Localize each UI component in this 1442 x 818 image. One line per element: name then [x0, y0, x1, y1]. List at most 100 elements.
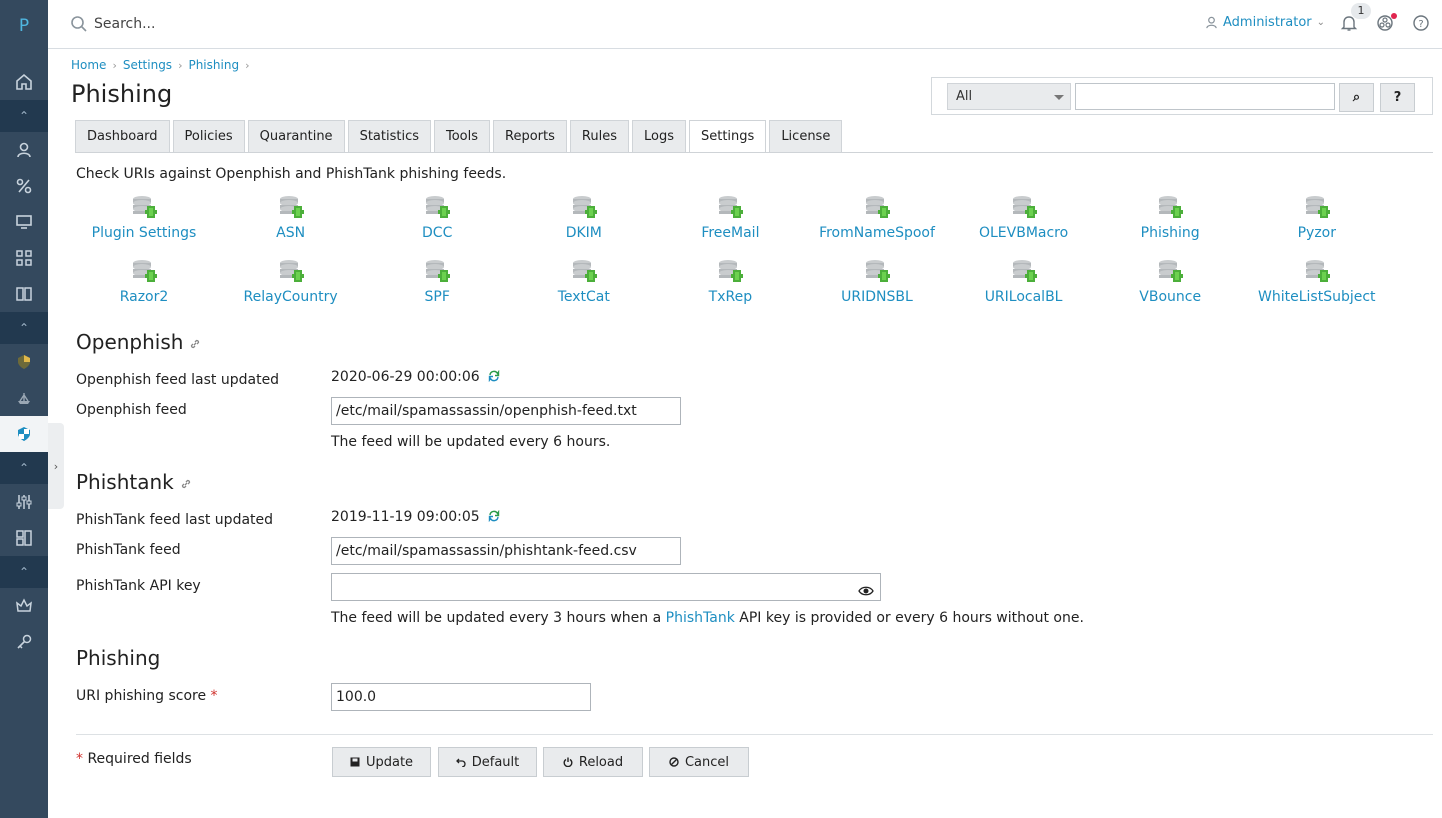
collapse-group-icon[interactable]: ⌃ [0, 100, 48, 132]
book-icon[interactable] [0, 276, 48, 312]
plugin-razor2[interactable]: Razor2 [71, 259, 217, 305]
openphish-feed-input[interactable]: /etc/mail/spamassassin/openphish-feed.tx… [331, 397, 681, 425]
tab-license[interactable]: License [769, 120, 843, 152]
filter-search-input[interactable] [1075, 83, 1335, 110]
plugin-urilocalbl[interactable]: URILocalBL [951, 259, 1097, 305]
phishtank-api-key-label: PhishTank API key [76, 578, 201, 594]
uri-phishing-score-input[interactable]: 100.0 [331, 683, 591, 711]
phishtank-link[interactable]: PhishTank [666, 610, 735, 626]
refresh-icon[interactable] [488, 509, 500, 526]
plugin-label: URILocalBL [984, 289, 1063, 305]
help-icon[interactable]: ? [1412, 14, 1430, 36]
chevron-right-icon: › [245, 58, 250, 72]
cancel-button[interactable]: Cancel [649, 747, 749, 777]
reload-button[interactable]: Reload [543, 747, 643, 777]
tab-divider [75, 152, 1433, 153]
phishtank-feed-input[interactable]: /etc/mail/spamassassin/phishtank-feed.cs… [331, 537, 681, 565]
user-name: Administrator [1223, 15, 1312, 30]
plugin-vbounce[interactable]: VBounce [1097, 259, 1243, 305]
topbar: Administrator ⌄ 1 ? [48, 0, 1442, 49]
plugin-uridnsbl[interactable]: URIDNSBL [804, 259, 950, 305]
default-button[interactable]: Default [438, 747, 537, 777]
user-icon [1206, 16, 1217, 29]
filter-help-button[interactable]: ? [1380, 83, 1415, 112]
plugin-add-icon [364, 259, 510, 287]
global-search-input[interactable] [94, 12, 494, 36]
plugin-label: URIDNSBL [841, 289, 913, 305]
crown-icon[interactable] [0, 588, 48, 624]
tab-rules[interactable]: Rules [569, 120, 629, 152]
shield-active-icon[interactable] [0, 416, 48, 452]
sliders-icon[interactable] [0, 484, 48, 520]
plugin-add-icon [511, 259, 657, 287]
tab-quarantine[interactable]: Quarantine [247, 120, 345, 152]
filter-scope-select[interactable]: All [947, 83, 1071, 110]
key-icon[interactable] [0, 624, 48, 660]
plugin-whitelistsubject[interactable]: WhiteListSubject [1244, 259, 1390, 305]
collapse-group-icon[interactable]: ⌃ [0, 556, 48, 588]
plugin-add-icon [71, 195, 217, 223]
plugin-dcc[interactable]: DCC [364, 195, 510, 241]
tab-tools[interactable]: Tools [434, 120, 491, 152]
app-logo[interactable]: P [0, 16, 48, 36]
plugin-pyzor[interactable]: Pyzor [1244, 195, 1390, 241]
plugin-label: Pyzor [1297, 225, 1336, 241]
chevron-right-icon: › [178, 58, 183, 72]
page-description: Check URIs against Openphish and PhishTa… [76, 166, 507, 182]
plugin-asn[interactable]: ASN [218, 195, 364, 241]
link-icon[interactable] [180, 471, 192, 495]
update-button[interactable]: Update [332, 747, 431, 777]
shield-icon[interactable] [0, 344, 48, 380]
apps-icon[interactable] [0, 240, 48, 276]
show-password-eye-icon[interactable] [858, 580, 874, 606]
plugin-add-icon [511, 195, 657, 223]
breadcrumb-home[interactable]: Home [71, 58, 106, 72]
ship-icon[interactable] [0, 380, 48, 416]
plugin-fromnamespoof[interactable]: FromNameSpoof [804, 195, 950, 241]
plugin-textcat[interactable]: TextCat [511, 259, 657, 305]
plugin-txrep[interactable]: TxRep [657, 259, 803, 305]
filter-box: All ⌕ ? [931, 77, 1433, 115]
plugin-label: ASN [276, 225, 306, 241]
tab-dashboard[interactable]: Dashboard [75, 120, 170, 152]
uri-phishing-score-label: URI phishing score * [76, 688, 218, 704]
filter-search-button[interactable]: ⌕ [1339, 83, 1374, 112]
plugin-dkim[interactable]: DKIM [511, 195, 657, 241]
plugin-relaycountry[interactable]: RelayCountry [218, 259, 364, 305]
breadcrumb-phishing[interactable]: Phishing [188, 58, 239, 72]
phishtank-title: Phishtank [76, 470, 174, 494]
caret-down-icon [1054, 95, 1064, 100]
plugin-label: DCC [422, 225, 453, 241]
refresh-icon[interactable] [488, 369, 500, 386]
openphish-last-updated-text: 2020-06-29 00:00:06 [331, 369, 480, 385]
plugin-add-icon [951, 259, 1097, 287]
plugin-freemail[interactable]: FreeMail [657, 195, 803, 241]
tab-statistics[interactable]: Statistics [347, 120, 431, 152]
percent-icon[interactable] [0, 168, 48, 204]
user-menu[interactable]: Administrator ⌄ [1205, 15, 1325, 30]
plugin-olevbmacro[interactable]: OLEVBMacro [951, 195, 1097, 241]
uri-phishing-score-label-text: URI phishing score [76, 688, 207, 704]
phishing-section-title: Phishing [76, 646, 161, 670]
plugin-plugin-settings[interactable]: Plugin Settings [71, 195, 217, 241]
link-icon[interactable] [189, 331, 201, 355]
breadcrumb-settings[interactable]: Settings [123, 58, 172, 72]
required-asterisk: * [210, 688, 218, 704]
plugin-label: DKIM [565, 225, 602, 241]
plugin-phishing[interactable]: Phishing [1097, 195, 1243, 241]
breadcrumb: Home › Settings › Phishing › [71, 58, 249, 72]
monitor-icon[interactable] [0, 204, 48, 240]
tab-policies[interactable]: Policies [172, 120, 245, 152]
layout-icon[interactable] [0, 520, 48, 556]
tab-logs[interactable]: Logs [631, 120, 686, 152]
tab-settings[interactable]: Settings [688, 120, 767, 153]
plugin-spf[interactable]: SPF [364, 259, 510, 305]
collapse-group-icon[interactable]: ⌃ [0, 452, 48, 484]
users-icon[interactable] [0, 132, 48, 168]
tab-reports[interactable]: Reports [493, 120, 567, 152]
openphish-feed-label: Openphish feed [76, 402, 187, 418]
plugin-add-icon [951, 195, 1097, 223]
phishtank-api-key-input[interactable] [331, 573, 881, 601]
collapse-group-icon[interactable]: ⌃ [0, 312, 48, 344]
home-icon[interactable] [0, 64, 48, 100]
